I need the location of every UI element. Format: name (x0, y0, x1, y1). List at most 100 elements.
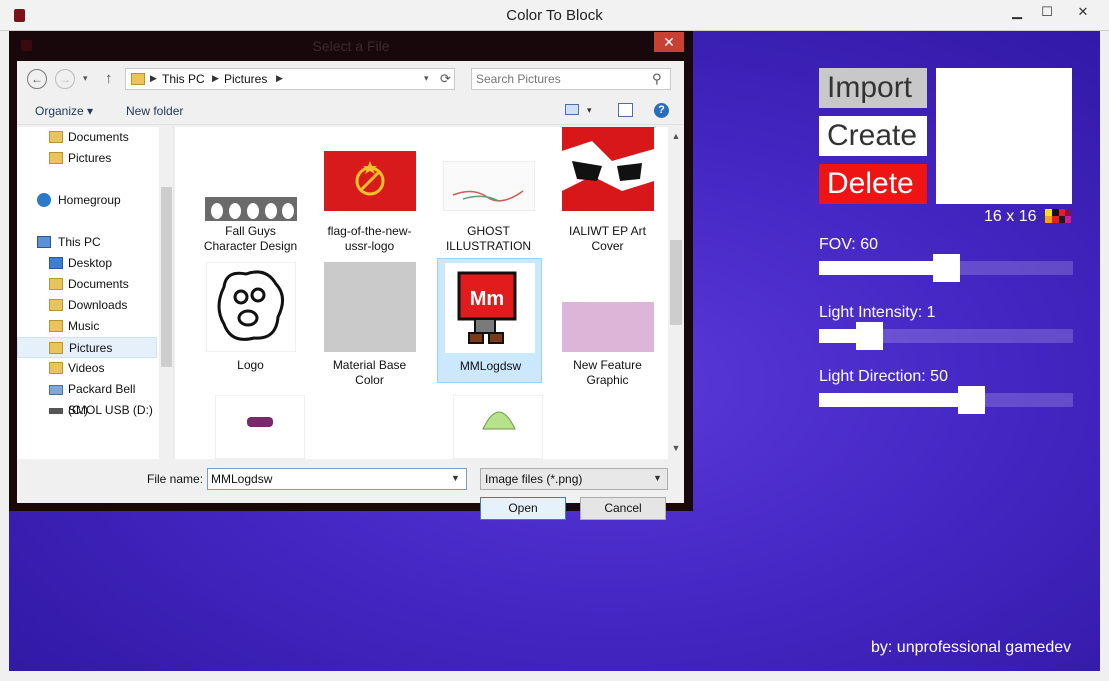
computer-icon (37, 236, 51, 248)
nav-item-music[interactable]: Music (17, 316, 157, 337)
minimize-button[interactable]: ▁ (1000, 0, 1034, 24)
file-type-value: Image files (*.png) (485, 472, 583, 486)
nav-item-label: Desktop (68, 256, 113, 270)
breadcrumb-chevron-icon: ▶ (150, 73, 157, 83)
file-item-fall-guys[interactable]: Fall Guys Character Design (198, 127, 303, 253)
nav-item-usb-d[interactable]: SMOL USB (D:) (17, 400, 157, 421)
file-name: GHOST ILLUSTRATION (445, 224, 532, 253)
light-intensity-slider[interactable] (819, 322, 1073, 350)
file-item-ghost-illustration[interactable]: GHOST ILLUSTRATION (436, 127, 541, 253)
window-frame-bottom (0, 671, 1109, 681)
file-thumbnail (561, 127, 654, 211)
light-direction-slider-handle[interactable] (957, 386, 985, 414)
nav-item-label: Documents (68, 277, 129, 291)
file-name-input[interactable] (211, 471, 441, 487)
nav-item-pictures[interactable]: Pictures (17, 148, 157, 169)
file-name: MMLogdsw (459, 359, 522, 373)
breadcrumb-pictures[interactable]: Pictures (224, 72, 267, 86)
file-thumbnail-partial (215, 395, 305, 459)
fov-slider[interactable] (819, 254, 1073, 282)
file-thumbnail: Mm (444, 263, 535, 353)
nav-scrollbar-thumb[interactable] (161, 187, 172, 367)
search-icon[interactable]: ⚲ (652, 71, 662, 87)
nav-item-drive-c[interactable]: Packard Bell (C:) (17, 379, 157, 417)
view-dropdown-icon[interactable]: ▾ (587, 105, 592, 116)
nav-item-downloads[interactable]: Downloads (17, 295, 157, 316)
homegroup-icon (37, 193, 51, 207)
file-thumbnail (204, 197, 297, 221)
window-title: Color To Block (506, 7, 603, 24)
scroll-down-icon[interactable]: ▼ (668, 443, 684, 453)
file-item-new-feature-graphic[interactable]: New Feature Graphic (555, 258, 660, 387)
file-item-ussr-flag[interactable]: flag-of-the-new-ussr-logo (317, 127, 422, 253)
search-box[interactable]: ⚲ (471, 68, 671, 90)
import-button[interactable]: Import (819, 68, 927, 108)
maximize-button[interactable]: ☐ (1030, 0, 1064, 24)
forward-button[interactable]: → (55, 69, 75, 89)
nav-item-videos[interactable]: Videos (17, 358, 157, 379)
file-name: Fall Guys Character Design (203, 224, 298, 253)
nav-item-this-pc[interactable]: This PC (17, 232, 157, 253)
fov-slider-handle[interactable] (932, 254, 960, 282)
folder-icon (49, 278, 63, 290)
preview-pane-icon[interactable] (618, 103, 633, 117)
file-item-material-base-color[interactable]: Material Base Color (317, 258, 422, 387)
refresh-icon[interactable]: ⟳ (440, 71, 451, 87)
back-button[interactable]: ← (27, 69, 47, 89)
breadcrumb-this-pc[interactable]: This PC (162, 72, 205, 86)
nav-item-pictures[interactable]: Pictures (17, 337, 157, 358)
file-dialog: Select a File ✕ ← → ▾ ↑ ▶ This PC ▶ Pict… (9, 31, 693, 520)
dialog-close-button[interactable]: ✕ (654, 32, 684, 52)
file-item-mmlogdsw[interactable]: Mm MMLogdsw (437, 258, 542, 383)
file-type-select[interactable]: Image files (*.png) ▼ (480, 468, 668, 490)
dialog-title: Select a File (312, 38, 390, 54)
chevron-down-icon[interactable]: ▼ (451, 473, 460, 483)
file-name-combobox[interactable]: ▼ (207, 468, 467, 490)
file-item-ialiwt[interactable]: IALIWT EP Art Cover (555, 127, 660, 253)
file-name: Logo (237, 358, 264, 372)
nav-item-documents[interactable]: Documents (17, 127, 157, 148)
open-button[interactable]: Open (480, 497, 566, 520)
nav-item-homegroup[interactable]: Homegroup (17, 190, 157, 211)
drive-icon (49, 385, 63, 395)
light-direction-label: Light Direction: 50 (819, 368, 948, 385)
svg-text:Mm: Mm (469, 288, 503, 310)
file-name: flag-of-the-new-ussr-logo (327, 224, 412, 253)
nav-item-documents[interactable]: Documents (17, 274, 157, 295)
up-button[interactable]: ↑ (105, 70, 113, 87)
file-item-logo[interactable]: Logo (198, 258, 303, 383)
recent-locations-button[interactable]: ▾ (83, 73, 88, 84)
address-bar[interactable]: ▶ This PC ▶ Pictures ▶ ▾ ⟳ (125, 68, 455, 90)
nav-scrollbar[interactable] (159, 127, 173, 459)
new-folder-button[interactable]: New folder (126, 104, 183, 118)
file-thumbnail (323, 262, 416, 352)
downloads-folder-icon (49, 299, 63, 311)
nav-item-label: Homegroup (58, 193, 121, 207)
preview-canvas (936, 68, 1072, 204)
dialog-toolbar: Organize ▾ New folder ▾ ? (17, 97, 684, 125)
credit-text: by: unprofessional gamedev (871, 639, 1072, 656)
nav-item-label: Pictures (68, 151, 112, 165)
change-view-icon[interactable] (565, 104, 579, 115)
light-direction-slider[interactable] (819, 386, 1073, 414)
organize-button[interactable]: Organize ▾ (35, 104, 93, 118)
nav-item-desktop[interactable]: Desktop (17, 253, 157, 274)
nav-item-label: Pictures (69, 341, 113, 355)
scroll-up-icon[interactable]: ▲ (668, 131, 684, 141)
delete-button[interactable]: Delete (819, 164, 927, 204)
nav-item-label: This PC (58, 235, 101, 249)
cancel-button[interactable]: Cancel (580, 497, 666, 520)
light-intensity-slider-handle[interactable] (856, 322, 884, 350)
close-window-button[interactable]: ✕ (1060, 0, 1106, 24)
help-icon[interactable]: ? (654, 103, 669, 118)
folder-icon (49, 152, 63, 164)
nav-item-label: Documents (68, 130, 129, 144)
dialog-body: ← → ▾ ↑ ▶ This PC ▶ Pictures ▶ ▾ ⟳ ⚲ Org… (17, 61, 684, 520)
create-button[interactable]: Create (819, 116, 927, 156)
desktop-icon (49, 257, 63, 269)
address-dropdown-icon[interactable]: ▾ (424, 73, 429, 84)
file-scrollbar-thumb[interactable] (670, 240, 682, 325)
navigation-pane: Documents Pictures Homegroup This PC Des… (17, 127, 174, 459)
file-scrollbar[interactable]: ▲ ▼ (668, 127, 684, 459)
search-input[interactable] (476, 71, 646, 87)
